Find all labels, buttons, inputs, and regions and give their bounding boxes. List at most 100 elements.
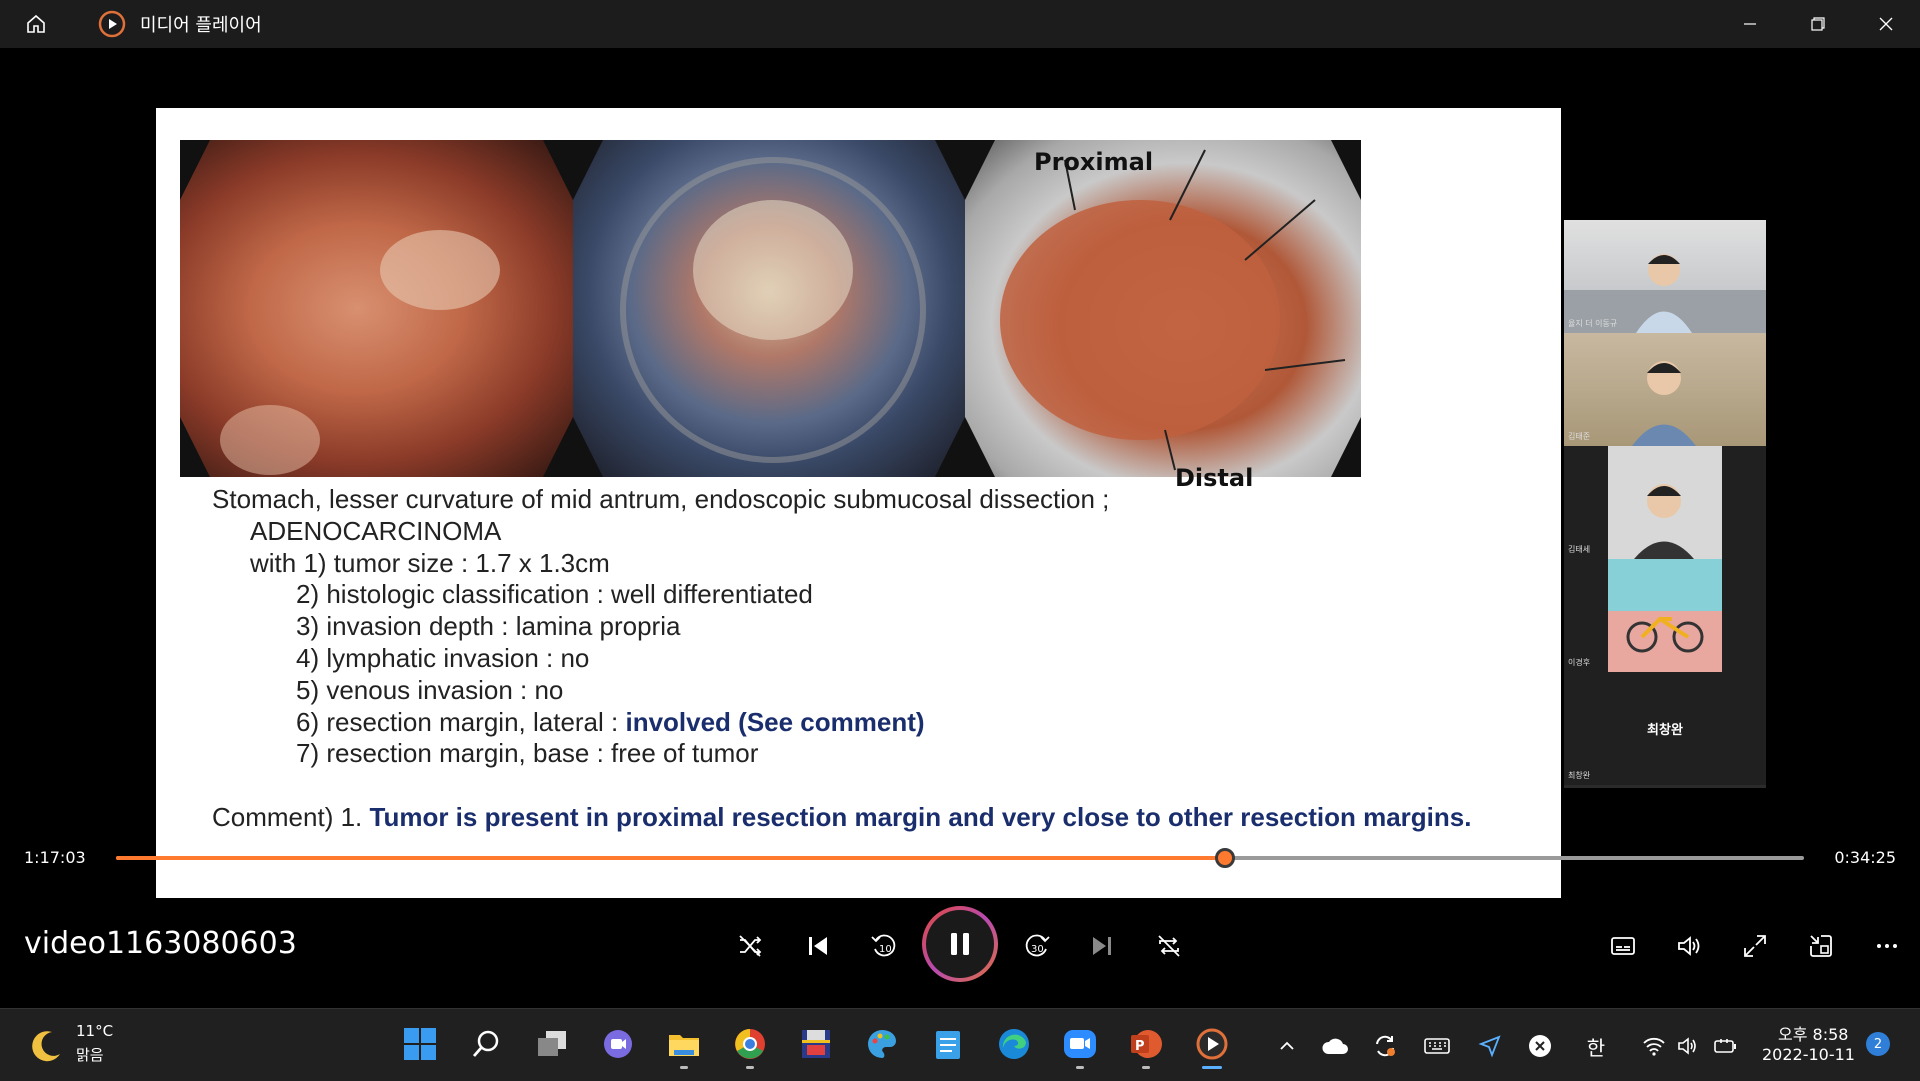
report-comment: Comment) 1. Tumor is present in proximal… [212, 802, 1471, 834]
shuffle-button[interactable] [728, 924, 772, 968]
mini-player-button[interactable] [1799, 924, 1843, 968]
ime-indicator[interactable]: 한 [1580, 1030, 1612, 1062]
report-line: 3) invasion depth : lamina propria [296, 611, 681, 642]
location-tray[interactable] [1474, 1030, 1506, 1062]
participant-panel: 율지 더 이동규 김태준 김태세 이경후 최창완 최창완 [1564, 220, 1766, 788]
previous-button[interactable] [796, 924, 840, 968]
participant-tile[interactable]: 김태준 [1564, 333, 1766, 446]
media-player-app-icon [98, 10, 126, 38]
wifi-tray[interactable] [1638, 1030, 1670, 1062]
report-comment-highlight: Tumor is present in proximal resection m… [369, 801, 1472, 832]
file-explorer-button[interactable] [662, 1022, 706, 1069]
report-spacer [212, 770, 1471, 802]
shuffle-off-icon [739, 935, 762, 957]
minimize-button[interactable] [1716, 0, 1784, 48]
mini-player-icon [1810, 935, 1832, 957]
keyboard-tray[interactable] [1421, 1030, 1453, 1062]
home-icon [27, 14, 45, 33]
sync-tray[interactable] [1369, 1030, 1401, 1062]
label-distal: Distal [1175, 464, 1254, 492]
active-indicator [1202, 1066, 1222, 1069]
task-view-button[interactable] [530, 1022, 574, 1066]
endoscopy-photo-2 [573, 140, 965, 477]
label-proximal: Proximal [1034, 148, 1154, 176]
speaker-icon [1678, 1037, 1696, 1055]
participant-tile[interactable]: 최창완 최창완 [1564, 672, 1766, 785]
seek-progress-fill [116, 856, 1226, 860]
moon-icon [32, 1031, 60, 1062]
seek-track[interactable] [116, 848, 1804, 868]
skip-forward-30-button[interactable]: 30 [1015, 924, 1059, 968]
repeat-off-icon [1158, 935, 1180, 957]
volume-button[interactable] [1667, 924, 1711, 968]
start-button[interactable] [398, 1022, 442, 1066]
replay-10-icon: 10 [871, 934, 896, 957]
chat-icon [604, 1030, 632, 1058]
close-button[interactable] [1852, 0, 1920, 48]
more-icon [1877, 944, 1897, 948]
chrome-button[interactable] [728, 1022, 772, 1069]
onedrive-tray[interactable] [1319, 1030, 1351, 1062]
participant-tile[interactable]: 김태세 [1564, 446, 1766, 559]
forward-30-icon: 30 [1025, 934, 1050, 957]
next-button[interactable] [1080, 924, 1124, 968]
zoom-button[interactable] [1058, 1022, 1102, 1069]
subtitles-button[interactable] [1601, 924, 1645, 968]
volume-icon [1678, 936, 1700, 956]
report-line: 2) histologic classification : well diff… [296, 579, 813, 610]
window-title: 미디어 플레이어 [140, 15, 262, 36]
report-line: 7) resection margin, base : free of tumo… [296, 738, 759, 769]
search-icon [472, 1030, 499, 1057]
paint-button[interactable] [860, 1022, 904, 1066]
seek-thumb[interactable] [1215, 848, 1236, 868]
home-button[interactable] [14, 0, 58, 48]
clock-time[interactable]: 오후 8:58 [1778, 1021, 1848, 1045]
clock-date[interactable]: 2022-10-11 [1762, 1045, 1855, 1064]
report-comment-prefix: Comment) 1. [212, 801, 370, 832]
participant-name: 김태세 [1568, 545, 1591, 554]
fullscreen-button[interactable] [1733, 924, 1777, 968]
chrome-icon [735, 1029, 765, 1059]
previous-icon [809, 937, 827, 955]
restore-button[interactable] [1784, 0, 1852, 48]
repeat-button[interactable] [1147, 924, 1191, 968]
battery-tray[interactable] [1710, 1030, 1742, 1062]
endoscopy-photo-1 [180, 140, 573, 477]
skip-back-10-button[interactable]: 10 [862, 924, 906, 968]
report-line: Stomach, lesser curvature of mid antrum,… [212, 484, 1110, 514]
media-player-taskbar-button[interactable] [1190, 1022, 1234, 1069]
remaining-time: 0:34:25 [1834, 848, 1896, 867]
participant-name: 최창완 [1568, 771, 1591, 780]
edge-icon [999, 1029, 1029, 1059]
volume-tray[interactable] [1672, 1030, 1704, 1062]
report-highlight: involved (See comment) [625, 706, 925, 737]
notification-badge[interactable]: 2 [1866, 1032, 1890, 1056]
sync-icon [1376, 1035, 1395, 1057]
powerpoint-button[interactable]: P [1124, 1022, 1168, 1069]
svg-text:10: 10 [879, 944, 892, 955]
notepad-icon [936, 1031, 960, 1059]
folder-icon [669, 1035, 699, 1056]
edge-button[interactable] [992, 1022, 1036, 1066]
app-button-floppy[interactable] [794, 1022, 838, 1066]
report-line: 6) resection margin, lateral : involved … [212, 707, 1471, 739]
endoscopy-photo-3 [965, 140, 1361, 477]
participant-tile[interactable]: 율지 더 이동규 [1564, 220, 1766, 333]
x-app-tray[interactable] [1524, 1030, 1556, 1062]
expand-icon [1744, 935, 1766, 957]
close-circle-icon [1529, 1035, 1551, 1057]
pause-icon [951, 933, 969, 955]
search-button[interactable] [464, 1022, 508, 1066]
participant-name: 율지 더 이동규 [1568, 319, 1618, 328]
teams-chat-button[interactable] [596, 1022, 640, 1066]
video-name: video1163080603 [24, 926, 297, 961]
pause-button[interactable] [922, 906, 998, 982]
location-arrow-icon [1478, 1035, 1501, 1058]
more-options-button[interactable] [1865, 924, 1909, 968]
participant-tile[interactable]: 이경후 [1564, 559, 1766, 672]
weather-widget[interactable] [26, 1026, 66, 1070]
running-indicator [1076, 1066, 1084, 1069]
show-hidden-icons-button[interactable] [1271, 1030, 1303, 1062]
subtitles-icon [1611, 937, 1635, 955]
notepad-button[interactable] [926, 1022, 970, 1066]
